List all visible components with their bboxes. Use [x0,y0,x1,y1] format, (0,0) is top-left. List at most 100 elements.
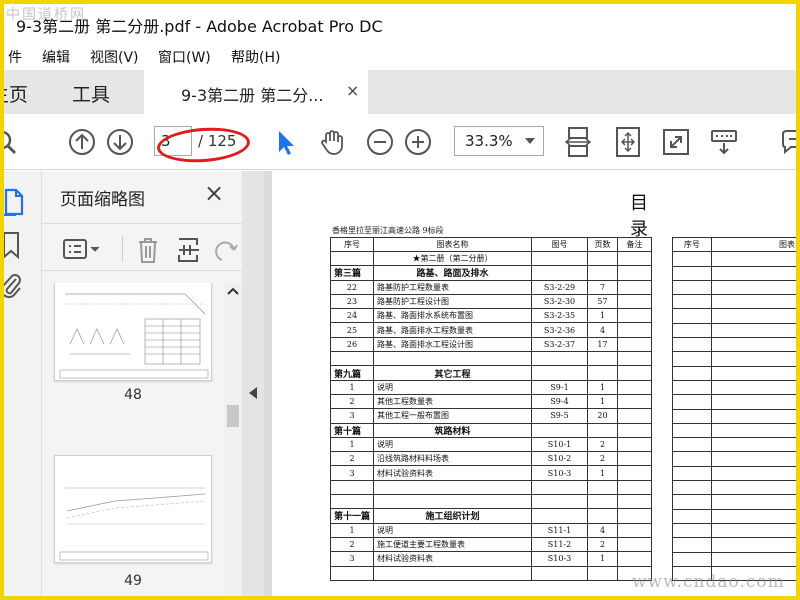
app-window: 中国道桥网 9-3第二册 第二分册.pdf - Adobe Acrobat Pr… [0,0,800,600]
page-thumbnails-icon[interactable] [0,187,24,217]
previous-page-icon[interactable] [68,128,96,156]
thumbnail-scrollbar[interactable] [224,283,242,596]
scroll-up-icon[interactable] [227,287,239,295]
page-thumbnail[interactable] [54,455,212,563]
table-cell [329,565,375,581]
table-row: 3 其他工程一般布置图 S9-5 20 [329,408,653,424]
table-cell [587,265,619,281]
thumbnail-options-icon[interactable] [62,238,102,260]
table-cell [617,479,653,496]
keyboard-scroll-icon[interactable] [710,128,738,156]
table-cell [710,279,796,296]
table-cell: 2 [587,451,619,467]
table-row: 26 路基、路面排水工程设计图 S3-2-37 17 [329,336,653,353]
table-cell [329,479,375,496]
menu-help[interactable]: 帮助(H) [231,47,280,67]
table-cell [710,465,796,482]
zoom-out-icon[interactable] [366,128,394,156]
menu-file[interactable]: 件 [8,47,22,67]
table-row [672,265,796,281]
table-cell: 第十一篇 [329,508,375,524]
scrollbar-thumb[interactable] [227,405,239,427]
table-cell [672,365,712,381]
table-cell [329,250,375,267]
table-cell: 其它工程 [373,365,533,381]
table-row [672,394,796,410]
delete-icon[interactable] [136,236,160,264]
table-row: 第十一篇 施工组织计划 [329,508,653,524]
table-row: 2 沿线筑路材料料场表 S10-2 2 [329,451,653,467]
table-cell: 说明 [373,522,533,538]
table-cell: S9-5 [531,408,589,424]
table-row: 3 材料试验资料表 S10-3 1 [329,465,653,481]
attachment-icon[interactable] [0,271,22,299]
table-cell: 1 [587,465,619,481]
table-cell [587,508,619,524]
table-cell [672,337,712,353]
table-cell [617,408,653,424]
bookmark-icon[interactable] [0,231,22,259]
table-cell [373,351,533,367]
nav-home[interactable]: 主页 [4,80,28,107]
search-icon[interactable] [0,128,20,156]
table-cell: S3-2-35 [531,308,589,324]
full-screen-icon[interactable] [662,128,690,156]
fit-page-icon[interactable] [614,126,642,158]
fit-width-icon[interactable] [564,126,592,158]
table-cell: 17 [587,336,619,353]
menu-edit[interactable]: 编辑 [42,47,70,67]
table-cell [531,250,589,267]
table-cell [672,551,712,567]
close-tab-icon[interactable]: × [346,81,359,100]
project-name: 香格里拉至丽江高速公路 9标段 [332,226,444,235]
extract-pages-icon[interactable] [176,236,202,264]
table-cell [710,265,796,281]
table-cell [672,379,712,396]
table-cell: 第十篇 [329,422,375,438]
zoom-in-icon[interactable] [404,128,432,156]
table-cell: 23 [329,293,375,310]
table-cell [617,365,653,381]
next-page-icon[interactable] [106,128,134,156]
table-row [329,351,653,367]
zoom-select[interactable]: 33.3% [454,126,544,156]
table-cell [617,265,653,281]
table-cell [672,408,712,424]
rotate-icon[interactable] [214,236,238,264]
table-cell: 2 [329,536,375,553]
table-cell [672,322,712,339]
table-cell: 1 [587,393,619,410]
table-cell [531,265,589,281]
page-thumbnail[interactable] [54,283,212,381]
menu-window[interactable]: 窗口(W) [158,47,211,67]
collapse-arrow-icon[interactable] [249,387,257,399]
table-row [672,508,796,524]
menu-view[interactable]: 视图(V) [90,47,139,67]
table-cell: 沿线筑路材料料场表 [373,451,533,467]
table-cell [617,422,653,438]
table-cell: 1 [587,308,619,324]
table-cell [710,379,796,396]
table-cell: 20 [587,408,619,424]
table-cell: 4 [587,522,619,538]
document-view[interactable]: 目 录 香格里拉至丽江高速公路 9标段 序号 图表名称 图号 页数 备注 ★第二… [264,171,796,596]
page-number-input[interactable]: 3 [154,126,192,156]
table-cell: 其他工程数量表 [373,393,533,410]
comment-icon[interactable] [779,128,800,156]
table-row [672,322,796,339]
table-cell: 1 [587,551,619,567]
table-cell [617,351,653,367]
panel-splitter[interactable] [242,171,264,596]
document-tab[interactable]: 9-3第二册 第二分... × [144,70,368,114]
col-header: 图表名称 [710,236,796,253]
table-cell [587,250,619,267]
table-cell: 2 [587,436,619,453]
col-header: 备注 [617,237,653,252]
hand-tool-icon[interactable] [318,128,346,156]
table-cell [672,351,712,367]
select-cursor-icon[interactable] [272,128,300,156]
table-cell [617,451,653,467]
nav-tools[interactable]: 工具 [72,80,110,107]
table-cell [710,294,796,310]
close-panel-icon[interactable]: × [204,179,224,207]
